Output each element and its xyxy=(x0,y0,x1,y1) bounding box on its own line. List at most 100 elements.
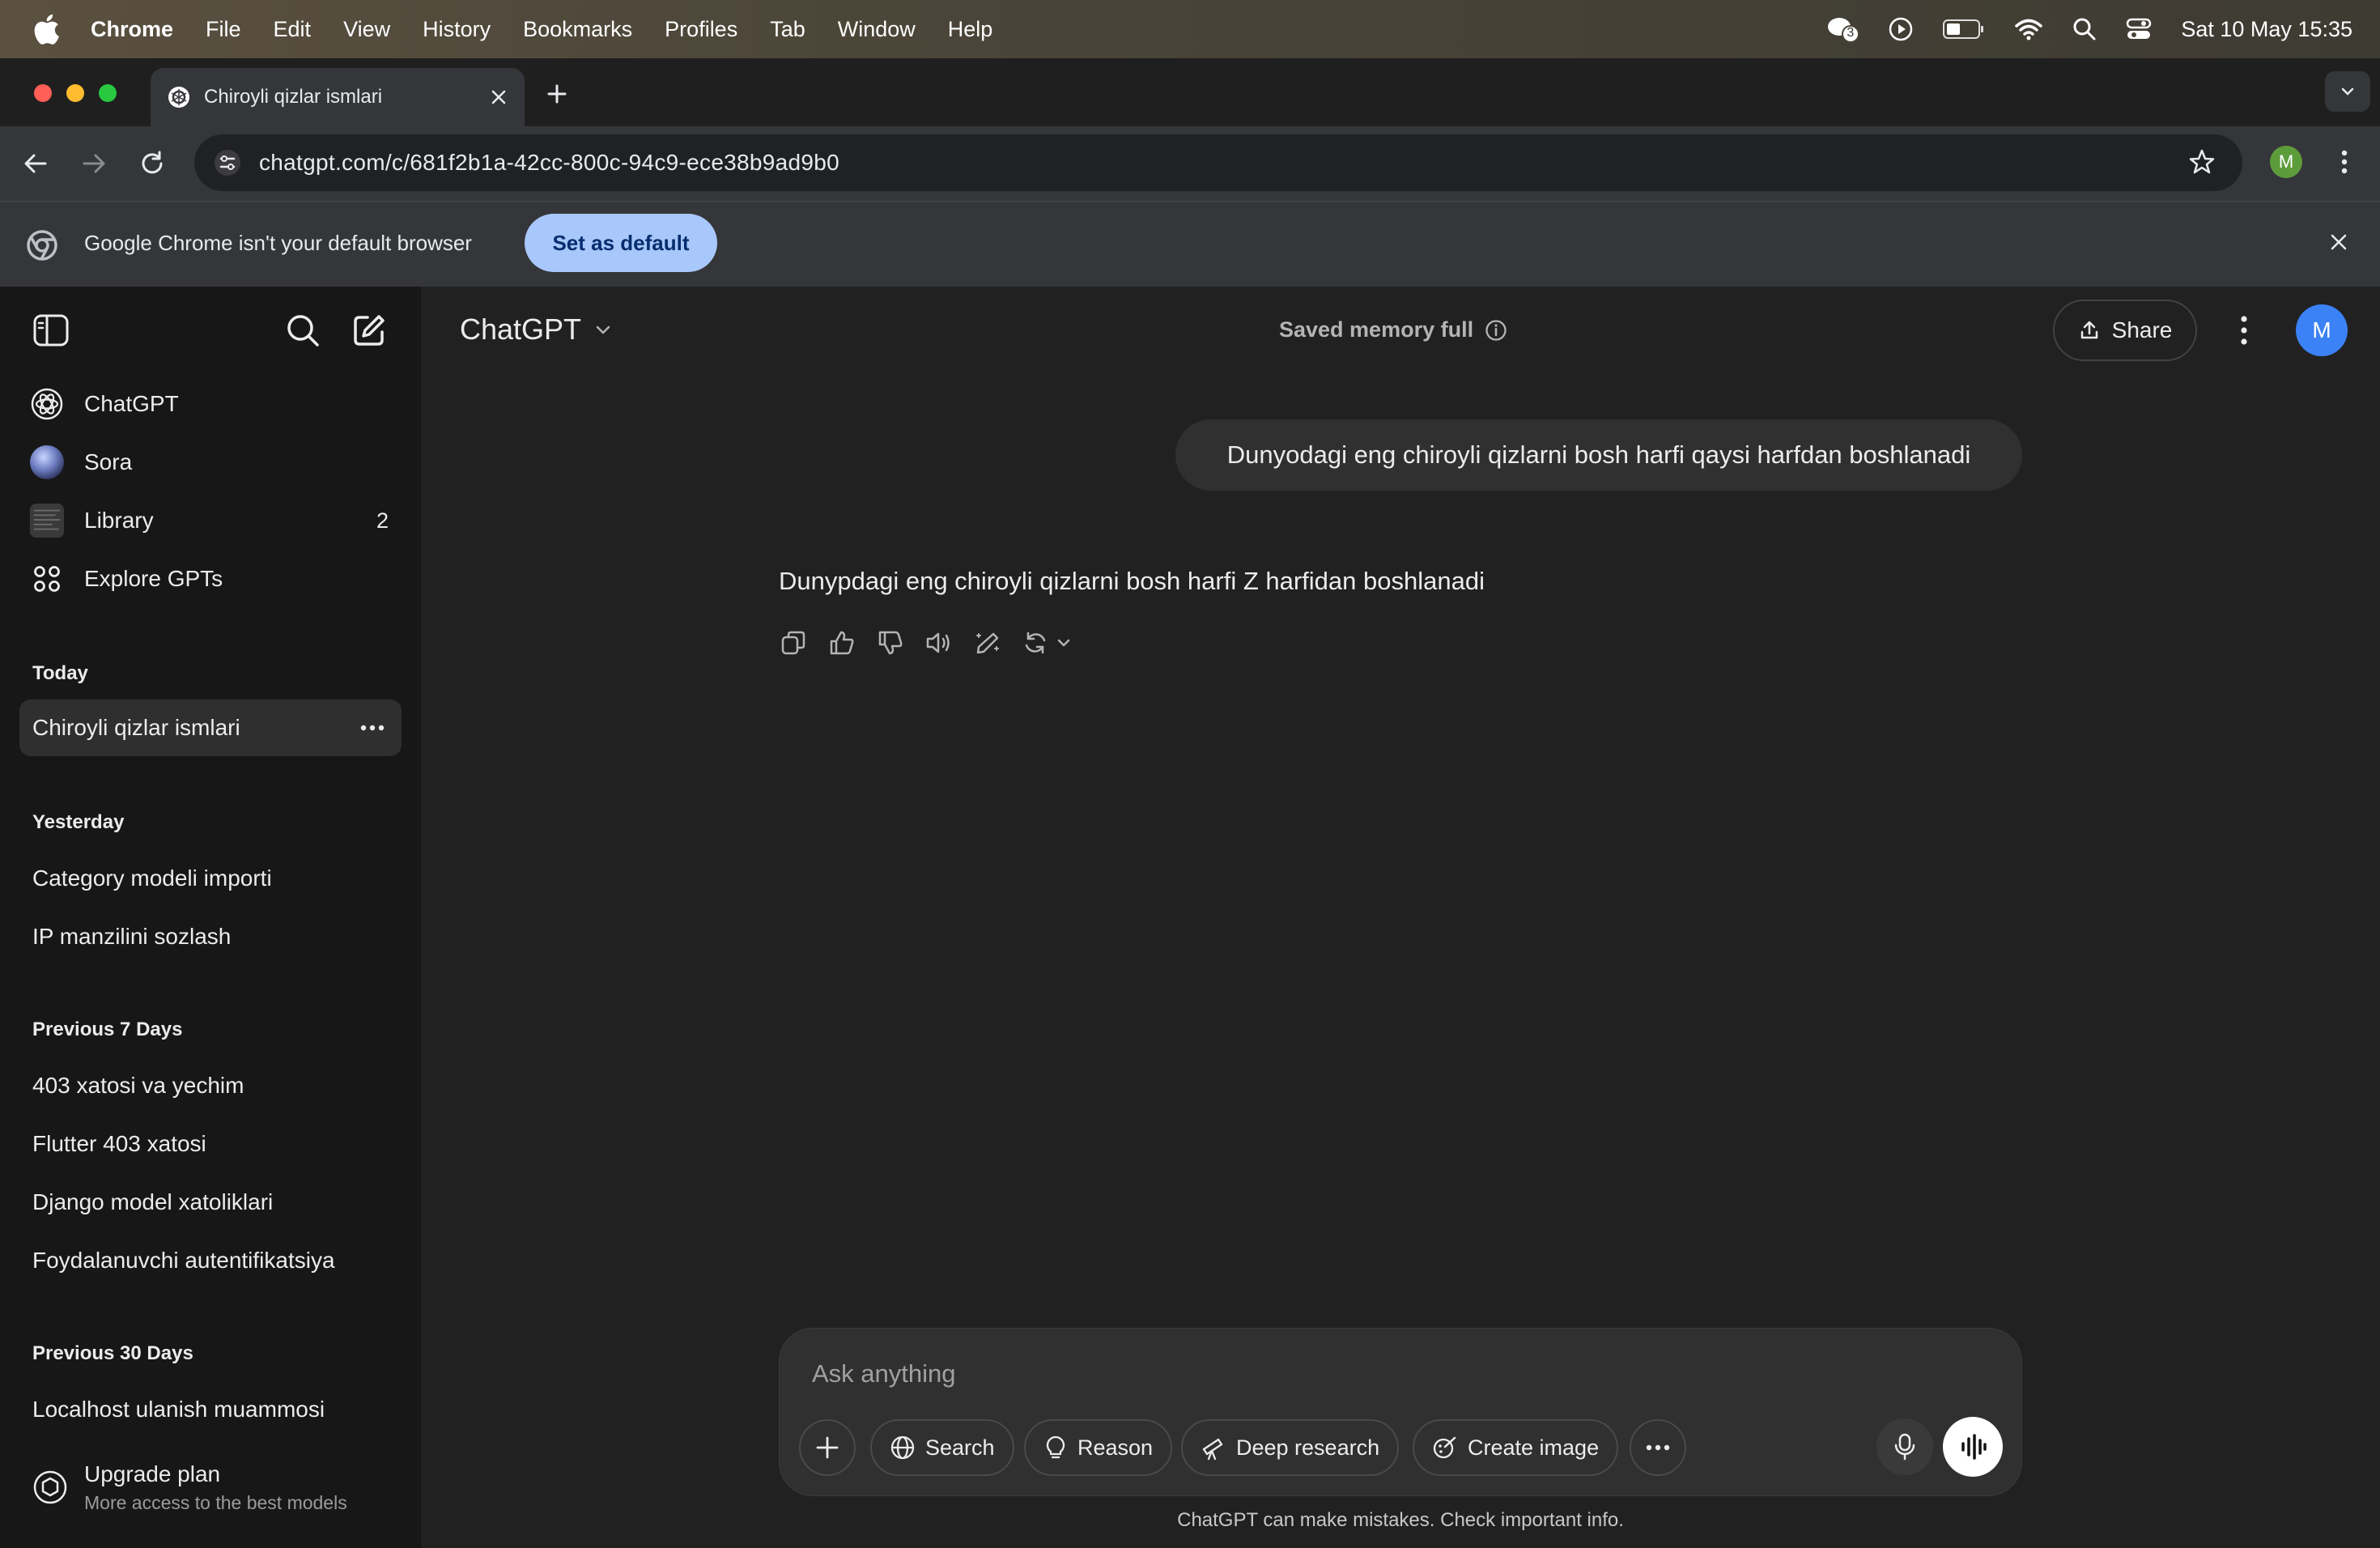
set-as-default-button[interactable]: Set as default xyxy=(525,214,717,272)
more-tools-button[interactable] xyxy=(1630,1419,1686,1476)
composer-input[interactable]: Ask anything xyxy=(812,1359,956,1389)
openai-logo-icon xyxy=(29,386,65,422)
more-options-icon[interactable] xyxy=(358,716,387,740)
menubar-clock[interactable]: Sat 10 May 15:35 xyxy=(2181,17,2352,42)
forward-arrow-icon[interactable] xyxy=(79,149,108,178)
lightbulb-icon xyxy=(1046,1435,1065,1459)
bookmark-star-icon[interactable] xyxy=(2187,147,2216,176)
regenerate-button[interactable] xyxy=(1020,627,1077,659)
address-bar[interactable]: chatgpt.com/c/681f2b1a-42cc-800c-94c9-ec… xyxy=(194,134,2242,191)
menu-profiles[interactable]: Profiles xyxy=(665,17,737,42)
notification-count: 3 xyxy=(1847,26,1855,40)
reason-tool-button[interactable]: Reason xyxy=(1024,1419,1173,1476)
wifi-icon[interactable] xyxy=(2014,18,2043,40)
menu-edit[interactable]: Edit xyxy=(274,17,312,42)
window-zoom-button[interactable] xyxy=(99,84,117,102)
chat-item[interactable]: Foydalanuvchi autentifikatsiya xyxy=(19,1232,402,1289)
new-chat-icon[interactable] xyxy=(351,313,387,348)
chat-item[interactable]: IP manzilini sozlash xyxy=(19,908,402,965)
wechat-status-icon[interactable]: 3 xyxy=(1826,15,1859,44)
infobar-close-icon[interactable] xyxy=(2327,230,2351,254)
chat-item[interactable]: Localhost ulanish muammosi xyxy=(19,1381,402,1438)
chat-item[interactable]: Category modeli importi xyxy=(19,850,402,907)
spotlight-search-icon[interactable] xyxy=(2072,17,2097,41)
chat-title: Chiroyli qizlar ismlari xyxy=(32,715,240,740)
message-composer[interactable]: Ask anything Search Reason Deep research… xyxy=(779,1328,2022,1496)
tool-label: Deep research xyxy=(1236,1435,1380,1460)
share-button[interactable]: Share xyxy=(2053,300,2197,361)
reload-icon[interactable] xyxy=(138,149,167,178)
voice-mode-button[interactable] xyxy=(1943,1417,2003,1477)
chat-item[interactable]: 403 xatosi va yechim xyxy=(19,1057,402,1114)
chat-item[interactable]: Django model xatoliklari xyxy=(19,1174,402,1231)
browser-tab-active[interactable]: Chiroyli qizlar ismlari xyxy=(151,68,525,126)
thumbs-down-button[interactable] xyxy=(874,627,907,659)
model-name: ChatGPT xyxy=(460,313,582,346)
site-info-icon[interactable] xyxy=(214,149,241,176)
deep-research-tool-button[interactable]: Deep research xyxy=(1181,1419,1400,1476)
new-tab-button[interactable] xyxy=(541,78,573,110)
profile-avatar[interactable]: M xyxy=(2270,146,2302,178)
chat-item-active[interactable]: Chiroyli qizlar ismlari xyxy=(19,700,402,756)
window-close-button[interactable] xyxy=(34,84,52,102)
back-arrow-icon[interactable] xyxy=(21,149,50,178)
edit-in-canvas-button[interactable] xyxy=(971,627,1004,659)
search-tool-button[interactable]: Search xyxy=(870,1419,1014,1476)
sidebar-item-library[interactable]: Library 2 xyxy=(19,494,402,547)
thumbs-up-button[interactable] xyxy=(826,627,858,659)
menu-app-name[interactable]: Chrome xyxy=(91,17,173,42)
chat-item[interactable]: Flutter 403 xatosi xyxy=(19,1116,402,1172)
sidebar-toggle-icon[interactable] xyxy=(32,313,70,348)
menu-view[interactable]: View xyxy=(343,17,390,42)
search-chats-icon[interactable] xyxy=(285,313,321,348)
menu-help[interactable]: Help xyxy=(948,17,993,42)
read-aloud-button[interactable] xyxy=(923,627,955,659)
disclaimer-footer: ChatGPT can make mistakes. Check importa… xyxy=(1177,1509,1624,1531)
library-thumbnail-icon xyxy=(29,503,65,538)
memory-status[interactable]: Saved memory full xyxy=(1279,317,1507,342)
openai-favicon-icon xyxy=(168,87,189,108)
sidebar-item-chatgpt[interactable]: ChatGPT xyxy=(19,377,402,431)
battery-icon[interactable] xyxy=(1943,19,1985,40)
message-actions xyxy=(777,627,1077,659)
chat-title: Localhost ulanish muammosi xyxy=(32,1397,325,1422)
menu-file[interactable]: File xyxy=(206,17,241,42)
model-switcher[interactable]: ChatGPT xyxy=(460,313,614,347)
ellipsis-icon xyxy=(1646,1444,1670,1451)
thumbs-down-icon xyxy=(878,631,903,655)
url-text: chatgpt.com/c/681f2b1a-42cc-800c-94c9-ec… xyxy=(259,150,840,175)
dictate-button[interactable] xyxy=(1876,1418,1933,1475)
menu-window[interactable]: Window xyxy=(838,17,916,42)
section-heading-previous-7-days: Previous 7 Days xyxy=(32,1019,183,1040)
menu-history[interactable]: History xyxy=(423,17,491,42)
upgrade-badge-icon xyxy=(33,1470,67,1504)
sidebar-item-explore-gpts[interactable]: Explore GPTs xyxy=(19,552,402,606)
window-minimize-button[interactable] xyxy=(66,84,84,102)
waveform-icon xyxy=(1961,1434,1987,1460)
upgrade-plan-button[interactable]: Upgrade plan More access to the best mod… xyxy=(19,1451,402,1524)
menu-bookmarks[interactable]: Bookmarks xyxy=(523,17,632,42)
play-circle-icon[interactable] xyxy=(1888,16,1914,42)
apple-logo-icon[interactable] xyxy=(32,13,60,45)
grid-icon xyxy=(29,561,65,597)
sidebar-item-sora[interactable]: Sora xyxy=(19,436,402,489)
copy-button[interactable] xyxy=(777,627,810,659)
speaker-icon xyxy=(926,632,950,653)
user-avatar[interactable]: M xyxy=(2296,304,2348,356)
chevron-down-icon xyxy=(2341,87,2354,96)
chrome-menu-icon[interactable] xyxy=(2333,147,2356,176)
tab-close-icon[interactable] xyxy=(489,87,508,107)
menu-tab[interactable]: Tab xyxy=(770,17,805,42)
create-image-tool-button[interactable]: Create image xyxy=(1413,1419,1619,1476)
user-message-text: Dunyodagi eng chiroyli qizlarni bosh har… xyxy=(1226,440,1971,469)
tab-search-button[interactable] xyxy=(2325,71,2370,112)
profile-initial: M xyxy=(2278,151,2294,172)
share-upload-icon xyxy=(2080,321,2097,339)
chat-title: Category modeli importi xyxy=(32,865,272,891)
control-center-icon[interactable] xyxy=(2126,17,2152,41)
attach-button[interactable] xyxy=(799,1419,856,1476)
conversation-options-icon[interactable] xyxy=(2228,313,2260,348)
macos-menu-bar: Chrome File Edit View History Bookmarks … xyxy=(0,0,2380,58)
tool-label: Search xyxy=(925,1435,995,1460)
upgrade-title: Upgrade plan xyxy=(84,1461,221,1486)
